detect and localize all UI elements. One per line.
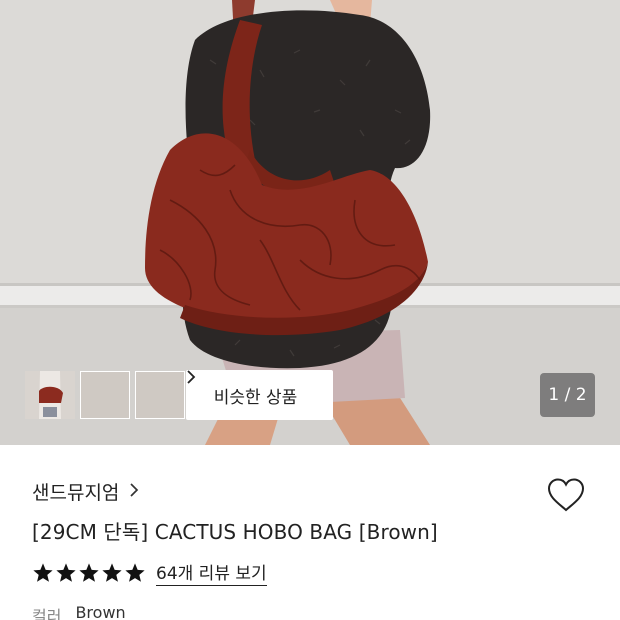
thumbnail-3[interactable]	[25, 371, 185, 419]
star-filled-icon	[102, 562, 122, 582]
heart-outline-icon[interactable]	[546, 476, 586, 516]
star-filled-icon	[125, 562, 145, 582]
thumbnail-2[interactable]	[25, 371, 130, 419]
option-row: 컬러 Brown	[32, 603, 126, 620]
star-filled-icon	[56, 562, 76, 582]
star-filled-icon	[79, 562, 99, 582]
chevron-right-icon	[129, 481, 139, 502]
brand-name: 샌드뮤지엄	[32, 482, 120, 504]
product-image-gallery[interactable]: 비슷한 상품 1 / 2	[0, 0, 620, 445]
brand-link[interactable]: 샌드뮤지엄	[32, 478, 139, 505]
thumbnail-strip	[25, 371, 185, 419]
product-info: 샌드뮤지엄 [29CM 단독] CACTUS HOBO BAG [Brown] …	[0, 445, 620, 620]
rating-row: 64개 리뷰 보기	[32, 559, 267, 586]
similar-products-button[interactable]: 비슷한 상품	[186, 370, 333, 420]
star-rating	[32, 562, 146, 584]
image-counter: 1 / 2	[540, 373, 595, 417]
option-label: 컬러	[32, 607, 62, 620]
review-link[interactable]: 64개 리뷰 보기	[156, 559, 267, 586]
star-filled-icon	[33, 562, 53, 582]
option-value: Brown	[75, 603, 126, 620]
similar-products-label: 비슷한 상품	[213, 387, 298, 408]
product-title: [29CM 단독] CACTUS HOBO BAG [Brown]	[32, 520, 438, 544]
